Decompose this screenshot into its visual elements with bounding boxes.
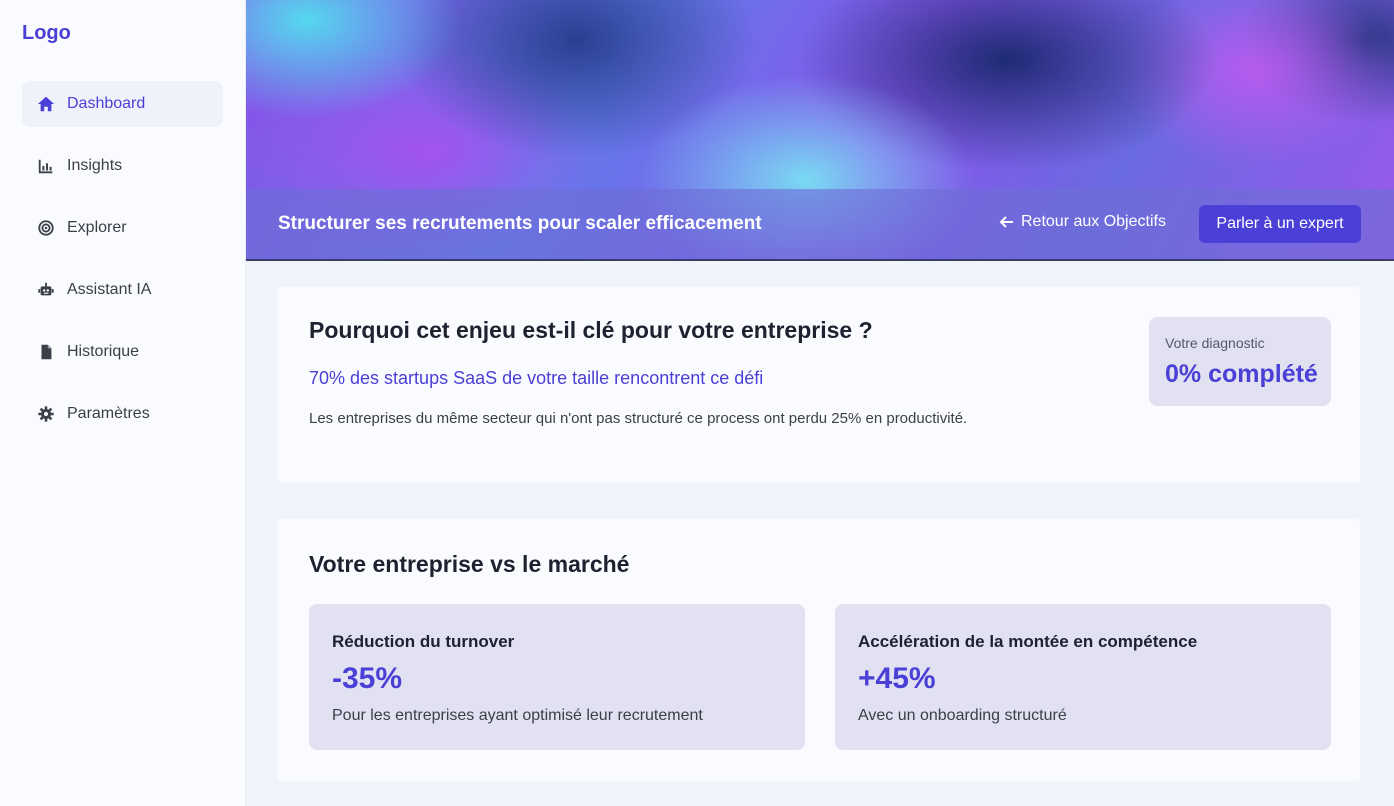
- why-stat: 70% des startups SaaS de votre taille re…: [309, 368, 764, 388]
- logo[interactable]: Logo: [22, 22, 71, 45]
- sidebar-item-explorer[interactable]: Explorer: [22, 205, 223, 251]
- gear-icon: [36, 404, 56, 424]
- metric-value: -35%: [332, 662, 403, 695]
- home-icon: [36, 94, 56, 114]
- main-content: Structurer ses recrutements pour scaler …: [246, 0, 1394, 806]
- metric-description: Pour les entreprises ayant optimisé leur…: [332, 707, 703, 724]
- sidebar-item-label: Insights: [67, 157, 123, 174]
- sidebar-item-insights[interactable]: Insights: [22, 143, 223, 189]
- sidebar-item-parametres[interactable]: Paramètres: [22, 391, 223, 437]
- page-title: Structurer ses recrutements pour scaler …: [278, 213, 762, 234]
- robot-icon: [36, 280, 56, 300]
- sidebar-item-dashboard[interactable]: Dashboard: [22, 81, 223, 127]
- sidebar-item-label: Paramètres: [67, 405, 150, 422]
- sidebar-item-label: Historique: [67, 343, 140, 360]
- why-title: Pourquoi cet enjeu est-il clé pour votre…: [309, 317, 873, 343]
- metric-description: Avec un onboarding structuré: [858, 707, 1067, 724]
- sidebar-item-label: Assistant IA: [67, 281, 152, 298]
- metric-value: +45%: [858, 662, 936, 695]
- sidebar-nav: Dashboard Insights Explorer Assistant IA…: [22, 81, 223, 453]
- sidebar-item-label: Explorer: [67, 219, 127, 236]
- sidebar: Logo Dashboard Insights Explorer Assista…: [0, 0, 246, 806]
- hero-banner: Structurer ses recrutements pour scaler …: [246, 0, 1394, 261]
- document-icon: [36, 342, 56, 362]
- market-card: Votre entreprise vs le marché Réduction …: [278, 519, 1360, 781]
- metric-title: Réduction du turnover: [332, 632, 515, 651]
- sidebar-item-historique[interactable]: Historique: [22, 329, 223, 375]
- metric-card-turnover: Réduction du turnover -35% Pour les entr…: [309, 604, 805, 750]
- diagnostic-label: Votre diagnostic: [1165, 335, 1265, 351]
- market-title: Votre entreprise vs le marché: [309, 551, 630, 577]
- target-icon: [36, 218, 56, 238]
- bar-chart-icon: [36, 156, 56, 176]
- metric-card-skills: Accélération de la montée en compétence …: [835, 604, 1331, 750]
- back-link-label: Retour aux Objectifs: [1021, 213, 1166, 230]
- talk-to-expert-button[interactable]: Parler à un expert: [1199, 205, 1361, 243]
- back-to-objectives-link[interactable]: Retour aux Objectifs: [999, 213, 1166, 231]
- sidebar-item-assistant-ia[interactable]: Assistant IA: [22, 267, 223, 313]
- why-card: Pourquoi cet enjeu est-il clé pour votre…: [278, 287, 1360, 483]
- metric-title: Accélération de la montée en compétence: [858, 632, 1198, 651]
- sidebar-item-label: Dashboard: [67, 95, 146, 112]
- diagnostic-badge: Votre diagnostic 0% complété: [1149, 317, 1331, 406]
- arrow-left-icon: [999, 216, 1013, 228]
- why-description: Les entreprises du même secteur qui n'on…: [309, 410, 968, 427]
- diagnostic-value: 0% complété: [1165, 360, 1318, 388]
- hero-bar: Structurer ses recrutements pour scaler …: [246, 189, 1394, 261]
